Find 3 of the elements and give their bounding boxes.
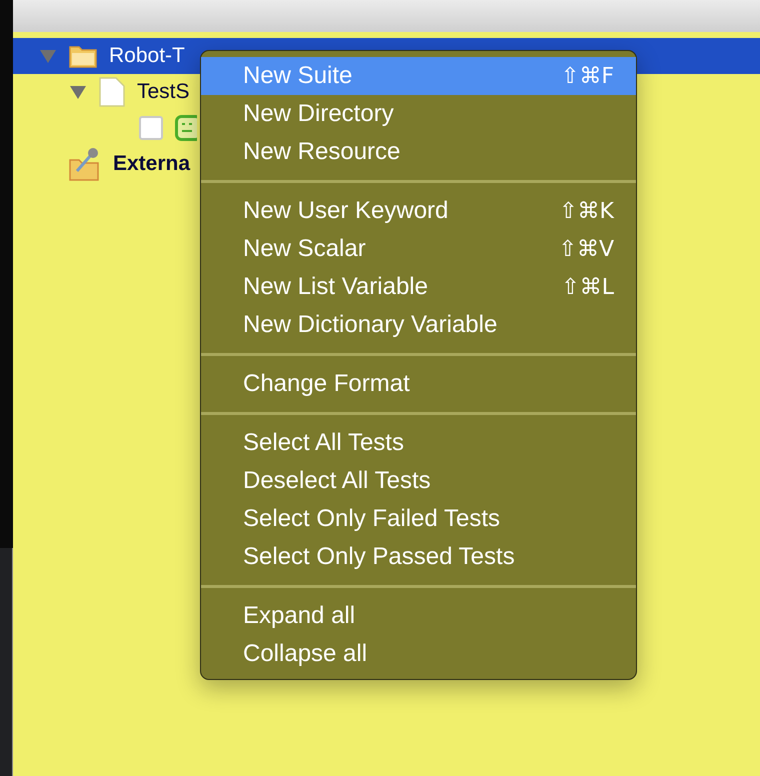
tree-label: Externa <box>113 151 190 178</box>
tree-label: TestS <box>137 79 190 106</box>
tree-label: Robot-T <box>109 43 185 70</box>
